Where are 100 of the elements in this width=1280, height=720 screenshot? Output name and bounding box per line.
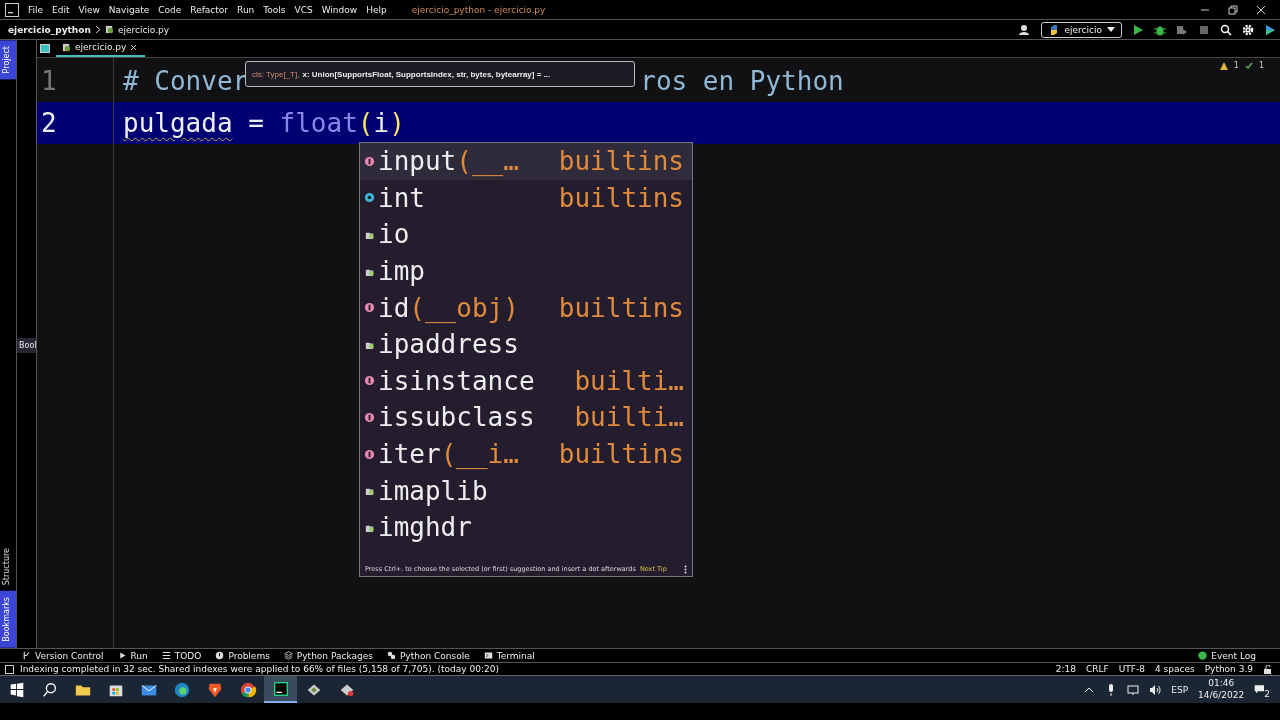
notification-icon[interactable] [1254,683,1267,696]
code-token: float [279,108,358,138]
menu-item[interactable]: Code [158,4,182,15]
run-configuration-dropdown[interactable]: ejercicio [1040,21,1122,38]
terminal-icon [483,651,493,660]
menu-item[interactable]: File [28,4,44,15]
menu-item[interactable]: Edit [52,4,70,15]
code-token: ros en Python [640,66,844,96]
code-token: ) [389,108,405,138]
completion-item[interactable]: input(__… builtins [360,143,692,180]
tool-window-button[interactable]: Terminal [483,650,535,661]
user-icon[interactable] [1018,23,1031,36]
function-icon [364,411,375,423]
python-file-icon [62,42,71,52]
status-item[interactable]: Python 3.9 [1204,664,1253,674]
tool-window-tab[interactable]: Structure [0,542,16,592]
notification-count: 2 [1262,688,1272,699]
class-icon [364,192,375,204]
warning-count: 1 [1233,61,1239,70]
status-item[interactable]: UTF-8 [1118,664,1145,674]
plugin-logo-icon[interactable] [1264,23,1276,36]
function-icon [364,448,375,460]
run-icon [117,651,127,660]
event-log-button[interactable]: Event Log [1198,650,1256,661]
menu-item[interactable]: Tools [263,4,286,15]
check-icon[interactable] [1244,61,1253,70]
warning-icon[interactable] [1219,61,1228,70]
tool-window-button[interactable]: Python Console [386,650,470,661]
status-item[interactable]: 4 spaces [1154,664,1195,674]
line-number: 1 [40,65,58,98]
menu-item[interactable]: Window [321,4,358,15]
editor-tab[interactable]: ejercicio.py [56,40,146,57]
status-message: Indexing completed in 32 sec. Shared indexes were applied to 66% of files (5,158 of 7,705). (today 00:20) [20,664,499,674]
completion-item[interactable]: io [360,216,692,253]
completion-item[interactable]: id(__obj) builtins [360,289,692,326]
code-token: i [373,108,390,138]
panel-label: Bool [17,338,36,353]
completion-item[interactable]: int builtins [360,179,692,217]
todo-icon [161,651,171,660]
code-token: # Conver [123,66,249,96]
tool-window-tab[interactable]: Bookmarks [0,591,16,648]
completion-item[interactable]: ipaddress [360,325,692,363]
python-file-icon [104,25,114,34]
tool-window-button[interactable]: Run [117,650,148,661]
menu-item[interactable]: VCS [294,4,313,15]
close-icon[interactable] [1256,4,1266,15]
tool-window-button[interactable]: Python Packages [283,650,373,661]
breadcrumb-item[interactable]: ejercicio_python [8,24,91,35]
console-icon [386,651,396,660]
menu-item[interactable]: Run [237,4,255,15]
vcs-icon [22,651,31,660]
check-count: 1 [1258,61,1264,70]
status-icon[interactable] [5,664,14,674]
close-icon[interactable] [130,43,138,51]
app-logo-icon [5,2,19,17]
completion-item[interactable]: issubclass builti… [360,399,692,436]
completion-item[interactable]: imaplib [360,472,692,509]
line-number: 2 [37,102,113,144]
status-item[interactable]: CRLF [1085,664,1109,674]
completion-item[interactable]: iter(__i… builtins [360,435,692,473]
taskbar-app-icon[interactable] [264,676,297,703]
clock-date[interactable]: 14/6/2022 [1198,689,1245,701]
restore-icon[interactable] [1228,4,1238,15]
stop-icon[interactable] [1198,23,1210,36]
window-title: ejercicio_python - ejercicio.py [411,4,546,15]
menu-item[interactable]: Navigate [108,4,150,15]
tool-window-tab[interactable]: Project [0,40,16,80]
tooltip-parameter: cls: Type[_T], [252,69,300,79]
function-icon [364,155,375,167]
more-icon[interactable] [684,564,687,574]
chevron-icon [94,25,101,34]
tool-window-button[interactable]: Problems [215,650,270,661]
clock-time[interactable]: 01:46 [1208,678,1235,690]
menu-item[interactable]: View [78,4,100,15]
coverage-icon[interactable] [1176,23,1188,36]
completion-item[interactable]: isinstance builti… [360,362,692,400]
run-icon[interactable] [1132,23,1144,36]
language-indicator[interactable]: ESP [1171,684,1189,695]
completion-item[interactable]: imghdr [360,508,692,546]
search-icon[interactable] [1220,23,1232,36]
status-item[interactable]: 2:18 [1055,664,1076,674]
settings-icon[interactable] [1242,23,1254,36]
function-icon [364,302,375,314]
volume-icon[interactable] [1149,683,1162,696]
tool-window-button[interactable]: TODO [161,650,202,661]
lock-icon[interactable] [1263,664,1272,674]
status-dot-icon [1198,651,1208,660]
breadcrumb-item[interactable]: ejercicio.py [117,24,170,35]
menu-item[interactable]: Refactor [190,4,229,15]
code-token: pulgada [123,108,233,138]
code-token: ( [357,108,374,138]
problems-icon [215,651,225,660]
tooltip-signature: x: Union[SupportsFloat, SupportsIndex, str, bytes, bytearray] = ... [302,69,551,79]
caret-icon [1107,27,1115,32]
function-icon [364,375,375,387]
network-icon[interactable] [1127,683,1140,696]
code-token: = [247,108,265,138]
menu-item[interactable]: Help [366,4,387,15]
completion-item[interactable]: imp [360,252,692,290]
tool-window-button[interactable]: Version Control [22,650,104,661]
